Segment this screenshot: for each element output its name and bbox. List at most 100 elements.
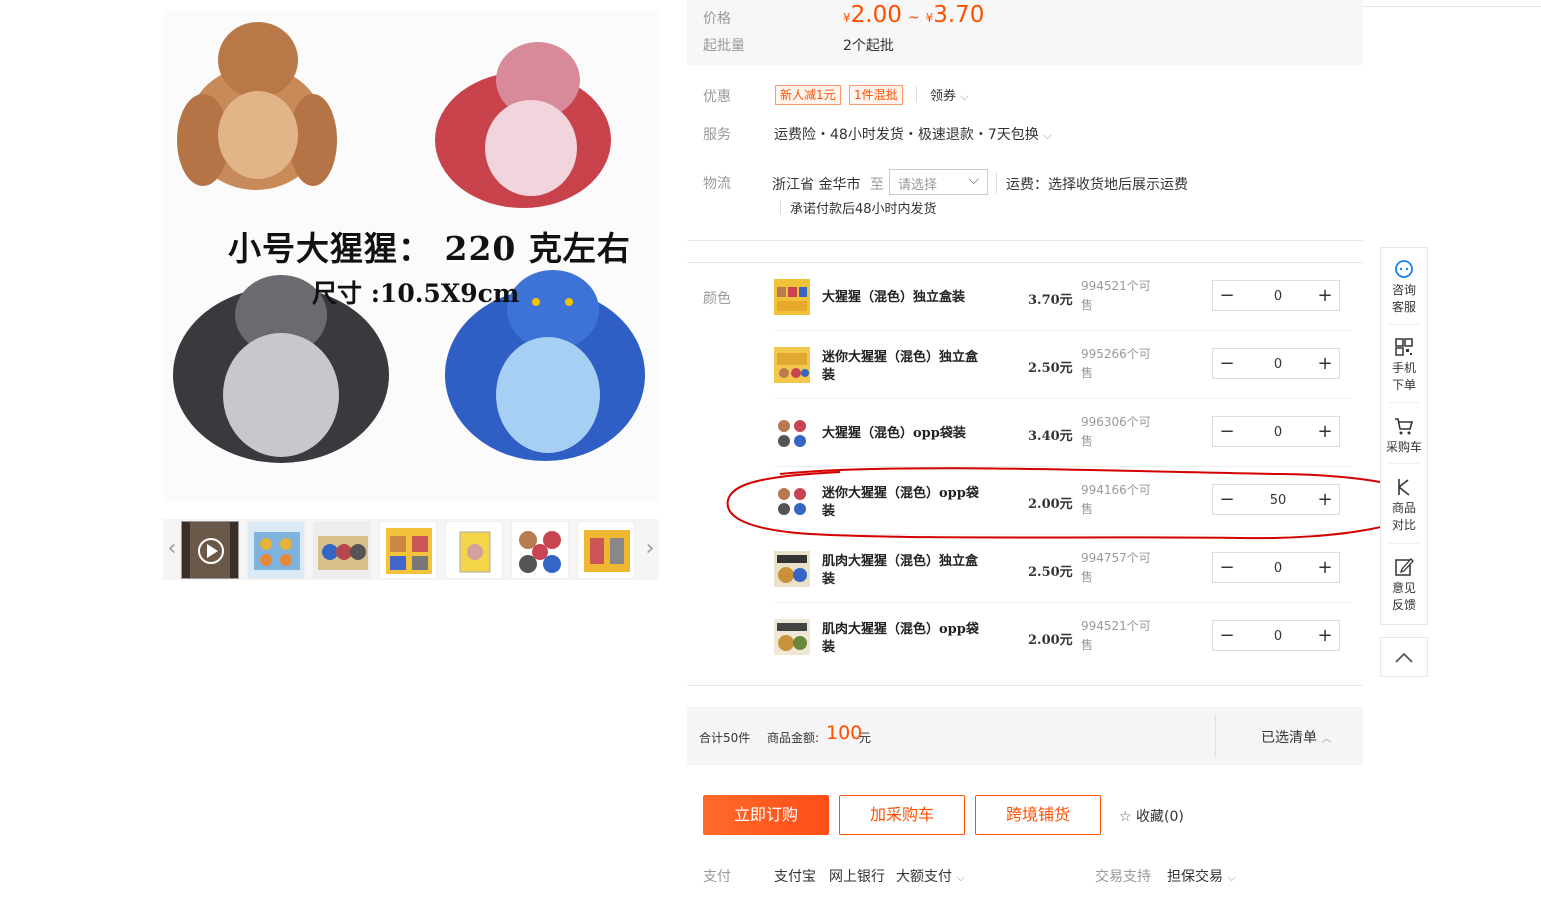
origin-region: 浙江省 金华市 — [772, 177, 861, 193]
cart-icon — [1395, 418, 1414, 435]
chevron-up-icon: ︿ — [1321, 734, 1332, 745]
sku-row: 迷你大猩猩（混色）opp袋装 2.00元 994166个可售 − + — [774, 467, 1351, 535]
shipping-promise: 承诺付款后48小时内发货 — [790, 202, 937, 217]
quantity-input[interactable] — [1241, 349, 1315, 380]
freight-info: 运费：选择收货地后展示运费 — [1006, 177, 1188, 193]
service-text: 运费险・48小时发货・极速退款・7天包换 — [774, 127, 1039, 143]
payment-online-bank: 网上银行 — [829, 869, 885, 885]
back-to-top-button[interactable] — [1380, 637, 1428, 677]
increase-button[interactable]: + — [1311, 417, 1339, 446]
coupon-dropdown[interactable]: 领券 ⌵ — [930, 85, 969, 104]
increase-button[interactable]: + — [1311, 349, 1339, 378]
sidebar-compare-label: 商品对比 — [1391, 501, 1416, 532]
favorite-button[interactable]: ☆ 收藏(0) — [1119, 806, 1184, 826]
thumbnail-7[interactable] — [577, 521, 635, 579]
decrease-button[interactable]: − — [1213, 553, 1241, 582]
decrease-button[interactable]: − — [1213, 485, 1241, 514]
increase-button[interactable]: + — [1311, 621, 1339, 650]
sku-stock: 994166个可售 — [1081, 483, 1151, 516]
chevron-down-icon: ⌵ — [1043, 129, 1052, 142]
thumb-next-arrow-icon[interactable]: › — [643, 537, 657, 561]
sku-row: 迷你大猩猩（混色）独立盒装 2.50元 995266个可售 − + — [774, 331, 1351, 399]
order-summary-bar: 合计50件 商品金额: 100 元 已选清单 ︿ — [687, 707, 1363, 765]
increase-button[interactable]: + — [1311, 485, 1339, 514]
sidebar-consult[interactable]: 咨询客服 — [1381, 258, 1427, 316]
min-batch-value: 2个起批 — [843, 38, 894, 54]
buy-now-button[interactable]: 立即订购 — [703, 795, 829, 835]
quantity-input[interactable] — [1241, 417, 1315, 448]
star-icon: ☆ — [1119, 809, 1132, 825]
sku-color-label: 颜色 — [703, 291, 731, 307]
sku-row: 肌肉大猩猩（混色）独立盒装 2.50元 994757个可售 − + — [774, 535, 1351, 603]
sku-thumbnail — [774, 279, 810, 315]
divider — [1389, 463, 1419, 464]
qr-code-icon — [1395, 338, 1413, 356]
amount-value: 100 — [826, 722, 863, 744]
sku-thumbnail — [774, 415, 810, 451]
divider — [916, 86, 917, 102]
thumbnail-5[interactable] — [445, 521, 503, 579]
sku-price: 2.00元 — [1028, 633, 1073, 648]
price-tilde: ~ — [907, 10, 920, 26]
sku-stock: 994521个可售 — [1081, 279, 1151, 312]
trade-support-label: 交易支持 — [1095, 869, 1151, 885]
chevron-down-icon: ⌵ — [956, 871, 965, 884]
chevron-down-icon: ⌵ — [1227, 871, 1236, 884]
payment-large-amount[interactable]: 大额支付 ⌵ — [896, 866, 965, 886]
thumbnail-4[interactable] — [379, 521, 437, 579]
quantity-stepper: − + — [1212, 416, 1340, 448]
quantity-stepper: − + — [1212, 280, 1340, 312]
payment-large-label: 大额支付 — [896, 869, 952, 885]
sidebar-feedback[interactable]: 意见反馈 — [1381, 556, 1427, 614]
image-caption-size: 尺寸 :10.5X9cm — [312, 279, 520, 308]
divider — [1215, 715, 1216, 757]
quantity-input[interactable] — [1241, 485, 1315, 516]
price-panel — [687, 0, 1363, 65]
currency-symbol: ¥ — [843, 11, 851, 25]
image-caption-weight: 小号大猩猩： 220 克左右 — [228, 229, 631, 268]
increase-button[interactable]: + — [1311, 281, 1339, 310]
divider — [1389, 543, 1419, 544]
divider — [1389, 402, 1419, 403]
thumbnail-6[interactable] — [511, 521, 569, 579]
sidebar-cart[interactable]: 采购车 — [1381, 415, 1427, 456]
destination-select[interactable]: 请选择 ⌵ — [889, 169, 988, 195]
decrease-button[interactable]: − — [1213, 417, 1241, 446]
price-range: ¥2.00 ~ ¥3.70 — [843, 2, 984, 28]
decrease-button[interactable]: − — [1213, 349, 1241, 378]
promo-tag-mixed-batch: 1件混批 — [849, 85, 903, 105]
sku-thumbnail — [774, 347, 810, 383]
thumbnail-3[interactable] — [313, 521, 371, 579]
quantity-stepper: − + — [1212, 620, 1340, 652]
service-dropdown[interactable]: 运费险・48小时发货・极速退款・7天包换 ⌵ — [774, 124, 1052, 144]
quantity-input[interactable] — [1241, 621, 1315, 652]
selected-list-toggle[interactable]: 已选清单 ︿ — [1261, 727, 1331, 747]
sku-price: 2.50元 — [1028, 361, 1073, 376]
quantity-input[interactable] — [1241, 553, 1315, 584]
thumbnail-2[interactable] — [247, 521, 305, 579]
decrease-button[interactable]: − — [1213, 281, 1241, 310]
quantity-stepper: − + — [1212, 484, 1340, 516]
chevron-down-icon: ⌵ — [968, 172, 979, 188]
thumb-prev-arrow-icon[interactable]: ‹ — [165, 537, 179, 561]
to-label: 至 — [870, 177, 884, 193]
promo-label: 优惠 — [703, 89, 731, 105]
sku-row: 大猩猩（混色）opp袋装 3.40元 996306个可售 − + — [774, 399, 1351, 467]
sidebar-compare[interactable]: 商品对比 — [1381, 476, 1427, 534]
sku-price: 2.50元 — [1028, 565, 1073, 580]
thumbnail-video[interactable] — [181, 521, 239, 579]
price-max: 3.70 — [933, 2, 985, 28]
sidebar-consult-label: 咨询客服 — [1391, 283, 1416, 314]
add-cart-button[interactable]: 加采购车 — [839, 795, 965, 835]
chevron-down-icon: ⌵ — [960, 90, 969, 103]
increase-button[interactable]: + — [1311, 553, 1339, 582]
decrease-button[interactable]: − — [1213, 621, 1241, 650]
sku-name: 大猩猩（混色）独立盒装 — [822, 290, 966, 305]
sidebar-mobile-order[interactable]: 手机下单 — [1381, 336, 1427, 394]
quantity-input[interactable] — [1241, 281, 1315, 312]
coupon-label: 领券 — [930, 89, 957, 104]
sku-thumbnail — [774, 551, 810, 587]
selected-list-label: 已选清单 — [1261, 730, 1317, 746]
trade-guarantee[interactable]: 担保交易 ⌵ — [1167, 866, 1236, 886]
cross-border-button[interactable]: 跨境铺货 — [975, 795, 1101, 835]
